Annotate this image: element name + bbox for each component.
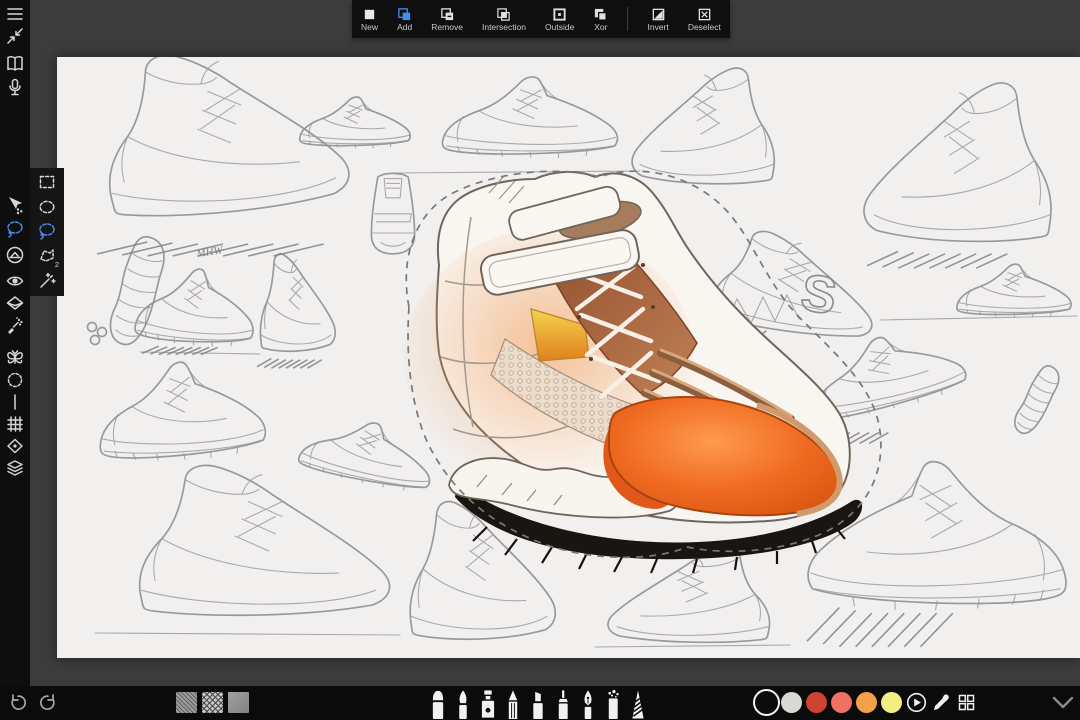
sidebar-item-move-transform[interactable] (5, 195, 25, 215)
color-tray (756, 692, 977, 713)
sidebar-item-distort[interactable] (5, 293, 25, 313)
drawing-canvas[interactable]: S MHW (57, 57, 1080, 658)
flyout-item-polyline-select[interactable]: 2 (37, 246, 57, 266)
sidebar-item-symmetry[interactable] (5, 348, 25, 368)
selection-mode-remove[interactable]: Remove (431, 7, 463, 32)
rectangle-marquee-icon (37, 172, 57, 192)
fountain-pen-brush-icon[interactable] (578, 689, 598, 719)
ellipse-marquee-icon (37, 197, 57, 217)
airbrush-bottle-icon[interactable] (478, 689, 498, 719)
brush-tray (428, 689, 648, 719)
xor-selection-icon (593, 7, 608, 22)
swatch-grid-icon (956, 692, 977, 713)
book-icon (5, 54, 25, 74)
add-selection-icon (397, 7, 412, 22)
selection-mode-intersection[interactable]: Intersection (482, 7, 526, 32)
layers-icon (5, 458, 25, 478)
chevron-down-icon (1052, 696, 1074, 710)
scribble-circle-icon (5, 370, 25, 390)
sidebar-item-collapse-ui[interactable] (5, 26, 25, 46)
chisel-marker-brush-icon[interactable] (528, 689, 548, 719)
sketch-logo-letter: S (797, 264, 840, 327)
butterfly-icon (5, 348, 25, 368)
flyout-item-magic-wand-select[interactable] (37, 271, 57, 291)
polyline-badge: 2 (55, 260, 59, 269)
color-swatch-orange[interactable] (856, 692, 877, 713)
selection-flyout-panel: 2 (30, 168, 64, 296)
bottom-toolbar (0, 686, 1080, 720)
undo-icon[interactable] (8, 693, 28, 713)
selection-mode-invert[interactable]: Invert (647, 7, 668, 32)
sidebar-item-menu[interactable] (5, 4, 25, 24)
color-swatch-black[interactable] (756, 692, 777, 713)
pencil-brush-icon[interactable] (503, 689, 523, 719)
selection-mode-new[interactable]: New (361, 7, 378, 32)
texture-swatch-flat[interactable] (228, 692, 249, 713)
texture-swatch-crosshatch[interactable] (202, 692, 223, 713)
sidebar-item-visibility[interactable] (5, 271, 25, 291)
round-marker-brush-icon[interactable] (428, 689, 448, 719)
eyedropper-icon (931, 692, 952, 713)
new-selection-icon (362, 7, 377, 22)
sidebar-item-ruler-line[interactable] (5, 392, 25, 412)
grid-icon (5, 414, 25, 434)
texture-cone-brush-icon[interactable] (628, 689, 648, 719)
eyedropper-button[interactable] (931, 692, 952, 713)
hide-toolbar-button[interactable] (1052, 696, 1074, 710)
line-icon (5, 392, 25, 412)
selection-mode-add[interactable]: Add (397, 7, 412, 32)
sidebar-item-grid[interactable] (5, 414, 25, 434)
stamp-brush-icon (5, 315, 25, 335)
distort-envelope-icon (5, 293, 25, 313)
color-play-button[interactable] (906, 692, 927, 713)
splatter-brush-icon[interactable] (603, 689, 623, 719)
selection-mode-toolbar: New Add Remove Intersection Outside (352, 0, 730, 38)
color-swatch-coral[interactable] (831, 692, 852, 713)
sidebar-item-layers[interactable] (5, 458, 25, 478)
color-swatch-gray[interactable] (781, 692, 802, 713)
tool-sidebar (0, 0, 30, 720)
flyout-item-ellipse-select[interactable] (37, 197, 57, 217)
selection-mode-outside[interactable]: Outside (545, 7, 574, 32)
canvas-artwork: S MHW (57, 57, 1080, 658)
eye-icon (5, 271, 25, 291)
outside-selection-icon (552, 7, 567, 22)
selection-mode-deselect[interactable]: Deselect (688, 7, 721, 32)
menu-icon (5, 4, 25, 24)
sidebar-item-sketchbook-library[interactable] (5, 54, 25, 74)
colored-sneaker (404, 171, 881, 573)
remove-selection-icon (440, 7, 455, 22)
deselect-icon (697, 7, 712, 22)
collapse-ui-icon (5, 26, 25, 46)
sidebar-item-perspective[interactable] (5, 436, 25, 456)
selection-mode-xor[interactable]: Xor (593, 7, 608, 32)
fine-liner-brush-icon[interactable] (553, 689, 573, 719)
fill-icon (5, 245, 25, 265)
paintbrush-icon[interactable] (453, 689, 473, 719)
sidebar-item-voice[interactable] (5, 77, 25, 97)
perspective-icon (5, 436, 25, 456)
selection-lasso-icon (5, 219, 25, 239)
lasso-icon (37, 221, 57, 241)
texture-swatch-noise[interactable] (176, 692, 197, 713)
invert-selection-icon (651, 7, 666, 22)
intersection-selection-icon (496, 7, 511, 22)
microphone-icon (5, 77, 25, 97)
sidebar-item-stamp-brush[interactable] (5, 315, 25, 335)
color-swatch-yellow[interactable] (881, 692, 902, 713)
flyout-item-rectangle-select[interactable] (37, 172, 57, 192)
play-icon (906, 692, 927, 713)
sidebar-item-pattern[interactable] (5, 370, 25, 390)
toolbar-divider (627, 7, 628, 31)
sidebar-item-selection[interactable] (5, 219, 25, 239)
color-swatch-red[interactable] (806, 692, 827, 713)
move-cursor-icon (5, 195, 25, 215)
magic-wand-icon (37, 271, 57, 291)
sidebar-item-fill[interactable] (5, 245, 25, 265)
redo-icon[interactable] (38, 693, 58, 713)
flyout-item-lasso-select[interactable] (37, 221, 57, 241)
swatch-grid-button[interactable] (956, 692, 977, 713)
